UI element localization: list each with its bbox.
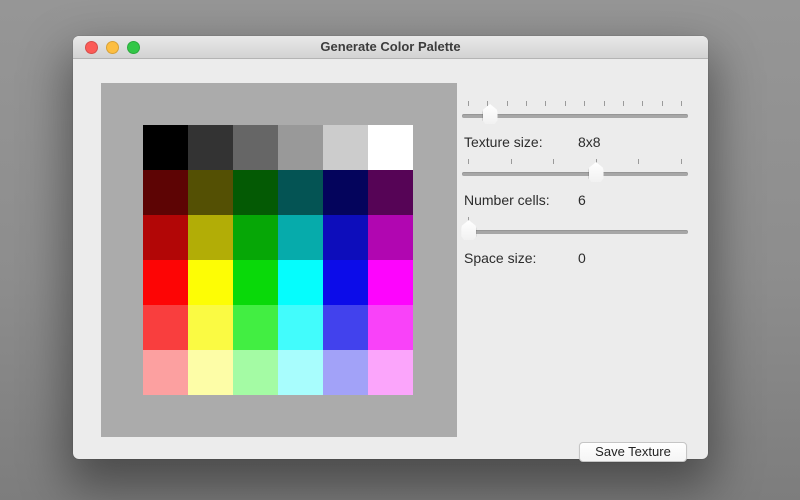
palette-cell-r1-c2 xyxy=(188,125,233,170)
palette-cell-r5-c3 xyxy=(233,305,278,350)
palette-cell-r1-c3 xyxy=(233,125,278,170)
space-size-slider-thumb[interactable] xyxy=(461,220,477,240)
space-size-value: 0 xyxy=(578,250,586,266)
palette-cell-r3-c2 xyxy=(188,215,233,260)
palette-cell-r2-c2 xyxy=(188,170,233,215)
palette-cell-r6-c1 xyxy=(143,350,188,395)
tick-mark xyxy=(622,101,624,106)
app-window: Generate Color Palette Texture size: 8x8… xyxy=(73,36,708,462)
palette-cell-r2-c5 xyxy=(323,170,368,215)
palette-cell-r4-c4 xyxy=(278,260,323,305)
palette-cell-r1-c4 xyxy=(278,125,323,170)
palette-cell-r5-c2 xyxy=(188,305,233,350)
space-size-label: Space size: xyxy=(464,250,537,266)
tick-mark xyxy=(545,101,547,106)
texture-size-slider-thumb[interactable] xyxy=(482,104,498,124)
window-title: Generate Color Palette xyxy=(320,39,461,54)
texture-size-slider[interactable] xyxy=(462,101,688,129)
palette-cell-r6-c4 xyxy=(278,350,323,395)
palette-cell-r2-c3 xyxy=(233,170,278,215)
palette-cell-r3-c3 xyxy=(233,215,278,260)
tick-mark xyxy=(603,101,605,106)
tick-mark xyxy=(510,159,512,164)
window-content: Texture size: 8x8 Number cells: 6 Space … xyxy=(73,59,708,462)
tick-mark xyxy=(506,101,508,106)
palette-grid xyxy=(143,125,413,395)
number-cells-slider-track[interactable] xyxy=(462,172,688,176)
tick-mark xyxy=(584,101,586,106)
palette-cell-r3-c6 xyxy=(368,215,413,260)
space-size-slider-track[interactable] xyxy=(462,230,688,234)
palette-cell-r6-c5 xyxy=(323,350,368,395)
texture-size-slider-ticks xyxy=(468,101,682,106)
number-cells-value: 6 xyxy=(578,192,586,208)
controls-panel: Texture size: 8x8 Number cells: 6 Space … xyxy=(461,59,688,459)
palette-cell-r2-c1 xyxy=(143,170,188,215)
tick-mark xyxy=(468,101,469,106)
palette-cell-r3-c5 xyxy=(323,215,368,260)
tick-mark xyxy=(638,159,640,164)
palette-cell-r4-c2 xyxy=(188,260,233,305)
palette-cell-r5-c5 xyxy=(323,305,368,350)
save-texture-button[interactable]: Save Texture xyxy=(579,442,687,462)
palette-cell-r4-c1 xyxy=(143,260,188,305)
palette-cell-r5-c4 xyxy=(278,305,323,350)
number-cells-slider-thumb[interactable] xyxy=(588,162,604,182)
palette-cell-r1-c1 xyxy=(143,125,188,170)
tick-mark xyxy=(487,101,489,106)
tick-mark xyxy=(468,159,469,164)
palette-cell-r6-c3 xyxy=(233,350,278,395)
palette-cell-r1-c6 xyxy=(368,125,413,170)
tick-mark xyxy=(642,101,644,106)
texture-size-label: Texture size: xyxy=(464,134,543,150)
palette-cell-r1-c5 xyxy=(323,125,368,170)
palette-cell-r2-c4 xyxy=(278,170,323,215)
palette-cell-r4-c3 xyxy=(233,260,278,305)
palette-cell-r6-c2 xyxy=(188,350,233,395)
tick-mark xyxy=(680,101,682,106)
tick-mark xyxy=(680,159,682,164)
palette-cell-r2-c6 xyxy=(368,170,413,215)
texture-size-value: 8x8 xyxy=(578,134,601,150)
tick-mark xyxy=(564,101,566,106)
palette-cell-r5-c6 xyxy=(368,305,413,350)
tick-mark xyxy=(553,159,555,164)
number-cells-slider[interactable] xyxy=(462,159,688,187)
titlebar[interactable]: Generate Color Palette xyxy=(73,36,708,59)
tick-mark xyxy=(526,101,528,106)
palette-cell-r6-c6 xyxy=(368,350,413,395)
palette-cell-r5-c1 xyxy=(143,305,188,350)
number-cells-label: Number cells: xyxy=(464,192,550,208)
palette-cell-r3-c1 xyxy=(143,215,188,260)
space-size-slider[interactable] xyxy=(461,217,688,245)
space-size-slider-ticks xyxy=(468,217,682,222)
palette-cell-r3-c4 xyxy=(278,215,323,260)
tick-mark xyxy=(661,101,663,106)
palette-preview xyxy=(101,83,457,437)
palette-cell-r4-c6 xyxy=(368,260,413,305)
palette-cell-r4-c5 xyxy=(323,260,368,305)
number-cells-slider-ticks xyxy=(468,159,682,164)
